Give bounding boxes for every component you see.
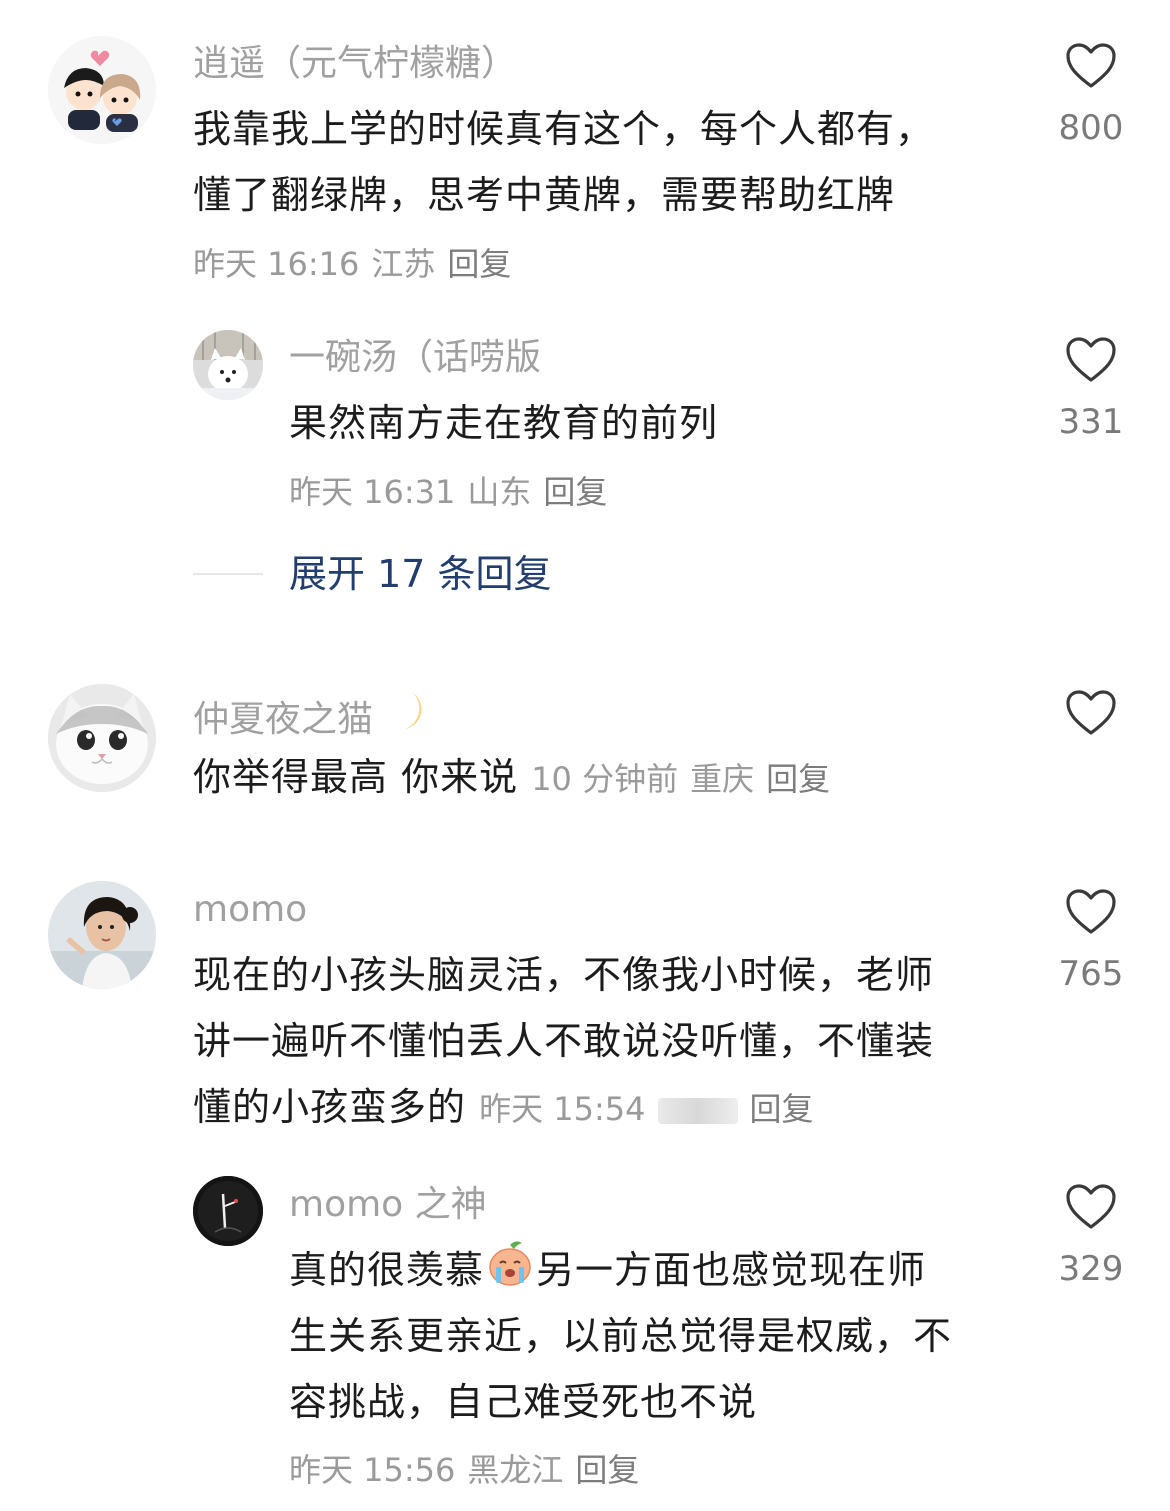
- heart-icon: [1066, 337, 1116, 382]
- like-button[interactable]: [1051, 689, 1131, 755]
- like-button[interactable]: 800: [1051, 42, 1131, 148]
- reply-time: 昨天 16:31: [289, 473, 456, 511]
- white-cat-avatar-icon: [48, 684, 156, 792]
- like-count: 329: [1058, 1249, 1124, 1289]
- couple-cartoon-avatar-icon: [48, 36, 156, 144]
- comment-username[interactable]: 仲夏夜之猫: [193, 689, 431, 748]
- comment-time: 10 分钟前: [531, 760, 679, 798]
- reply-content-line: 生关系更亲近，以前总觉得是权威，不: [289, 1314, 953, 1358]
- like-button[interactable]: 331: [1051, 336, 1131, 442]
- like-count: 331: [1058, 402, 1124, 442]
- reply-button[interactable]: 回复: [750, 1090, 814, 1128]
- comment-content: 现在的小孩头脑灵活，不像我小时候，老师 讲一遍听不懂怕丢人不敢说没听懂，不懂装 …: [193, 942, 934, 1142]
- avatar[interactable]: [193, 330, 263, 400]
- comment-content-line: 现在的小孩头脑灵活，不像我小时候，老师: [193, 953, 935, 997]
- comment-meta: 10 分钟前 重庆 回复: [531, 760, 830, 798]
- reply-button[interactable]: 回复: [543, 473, 607, 511]
- reply-content-line: 果然南方走在教育的前列: [289, 401, 719, 445]
- heart-icon: [1066, 889, 1116, 934]
- white-dog-avatar-icon: [193, 330, 263, 400]
- comment-content: 你举得最高 你来说 10 分钟前 重庆 回复: [193, 744, 830, 812]
- reply-button[interactable]: 回复: [575, 1451, 639, 1489]
- heart-icon: [1066, 1184, 1116, 1229]
- reply-button[interactable]: 回复: [447, 245, 511, 283]
- avatar[interactable]: [48, 881, 156, 989]
- reply-meta: 昨天 15:56 黑龙江 回复: [289, 1450, 639, 1490]
- comment-location: 重庆: [690, 760, 755, 798]
- reply-location: 山东: [467, 473, 532, 511]
- comment-content-line: 懂的小孩蛮多的 昨天 15:54 回复: [193, 1074, 934, 1142]
- expand-replies-button[interactable]: 展开 17 条回复: [289, 551, 552, 597]
- comment-content-text: 懂的小孩蛮多的: [193, 1085, 467, 1129]
- reply-username[interactable]: 一碗汤（话唠版: [289, 336, 541, 380]
- reply-content-text: 真的很羡慕: [289, 1248, 485, 1292]
- like-button[interactable]: 765: [1051, 888, 1131, 994]
- comment-content-text: 你举得最高 你来说: [193, 755, 519, 799]
- comment-username[interactable]: 逍遥（元气柠檬糖）: [193, 42, 517, 86]
- reply-content-line: 真的很羡慕 另一方面也感觉现在师: [289, 1237, 952, 1303]
- moon-icon: [375, 689, 431, 748]
- comment-content-line: 你举得最高 你来说 10 分钟前 重庆 回复: [193, 744, 830, 812]
- dark-sketch-avatar-icon: [193, 1176, 263, 1246]
- expand-divider: [193, 573, 263, 575]
- blurred-location: [657, 1098, 738, 1124]
- comment-username-text: 仲夏夜之猫: [193, 699, 374, 740]
- comment-time: 昨天 15:54: [479, 1090, 646, 1128]
- reply-location: 黑龙江: [467, 1451, 564, 1489]
- comment-location: 江苏: [371, 245, 436, 283]
- heart-icon: [1066, 690, 1116, 735]
- comment-time: 昨天 16:16: [193, 245, 360, 283]
- reply-content-text: 另一方面也感觉现在师: [536, 1248, 927, 1292]
- reply-time: 昨天 15:56: [289, 1451, 456, 1489]
- comment-meta: 昨天 16:16 江苏 回复: [193, 244, 511, 284]
- comment-content: 我靠我上学的时候真有这个，每个人都有， 懂了翻绿牌，思考中黄牌，需要帮助红牌: [193, 96, 934, 228]
- reply-button[interactable]: 回复: [766, 760, 830, 798]
- avatar[interactable]: [48, 684, 156, 792]
- comment-content-line: 讲一遍听不懂怕丢人不敢说没听懂，不懂装: [193, 1019, 935, 1063]
- comment-username[interactable]: momo: [193, 888, 307, 932]
- like-count: 765: [1058, 954, 1124, 994]
- reply-content: 果然南方走在教育的前列: [289, 390, 718, 456]
- avatar[interactable]: [48, 36, 156, 144]
- heart-icon: [1066, 43, 1116, 88]
- girl-photo-avatar-icon: [48, 881, 156, 989]
- reply-content-line: 容挑战，自己难受死也不说: [289, 1380, 758, 1424]
- reply-username[interactable]: momo 之神: [289, 1183, 487, 1227]
- reply-content: 真的很羡慕 另一方面也感觉现在师 生关系更亲近，以前总觉得是权威，不 容挑战，自…: [289, 1237, 952, 1435]
- like-count: 800: [1058, 108, 1124, 148]
- avatar[interactable]: [193, 1176, 263, 1246]
- like-button[interactable]: 329: [1051, 1183, 1131, 1289]
- comment-meta: 昨天 15:54 回复: [479, 1090, 813, 1128]
- reply-meta: 昨天 16:31 山东 回复: [289, 472, 607, 512]
- comment-content-line: 我靠我上学的时候真有这个，每个人都有，: [193, 107, 935, 151]
- comment-content-line: 懂了翻绿牌，思考中黄牌，需要帮助红牌: [193, 173, 896, 217]
- crying-peach-icon: [489, 1241, 531, 1286]
